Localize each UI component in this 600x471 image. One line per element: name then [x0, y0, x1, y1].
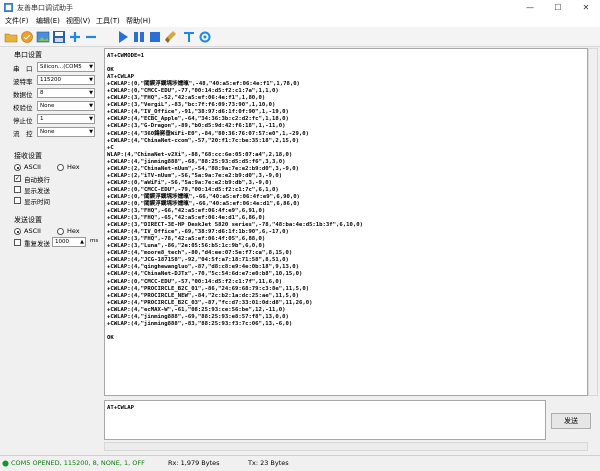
menu-file[interactable]: 文件(F): [5, 16, 29, 26]
show-send-checkbox[interactable]: [14, 186, 21, 193]
stop-icon[interactable]: [148, 30, 162, 44]
play-icon[interactable]: [116, 30, 130, 44]
save-log-icon[interactable]: [52, 30, 66, 44]
chevron-down-icon: ▼: [89, 129, 93, 135]
stopbits-label: 停止位: [13, 117, 33, 125]
serial-settings-title: 串口设置: [14, 51, 42, 59]
receive-settings-title: 接收设置: [14, 152, 42, 160]
app-icon: [4, 3, 13, 12]
app-window: 友善串口调试助手 — ☐ ✕ 文件(F) 编辑(E) 视图(V) 工具(T) 帮…: [0, 0, 600, 471]
send-hex-label: Hex: [67, 227, 80, 235]
receive-text: AT+CWMODE=1 OK AT+CWLAP +CWLAP:(0,"閣鍥浮鐗堣…: [107, 53, 363, 341]
auto-newline-label: 自动换行: [24, 176, 50, 184]
parity-select[interactable]: None ▼: [37, 101, 95, 111]
send-input-text: AT+CWLAP: [107, 405, 134, 411]
chevron-down-icon: ▼: [89, 64, 93, 70]
open-folder-icon[interactable]: [4, 30, 18, 44]
send-button[interactable]: 发送: [551, 413, 591, 429]
baud-label: 波特率: [13, 78, 33, 86]
close-button[interactable]: ✕: [572, 0, 600, 15]
receive-ascii-radio[interactable]: [14, 164, 21, 171]
chevron-down-icon: ▼: [89, 90, 93, 96]
show-time-label: 显示时间: [24, 198, 50, 206]
send-input[interactable]: AT+CWLAP: [104, 400, 546, 440]
chevron-down-icon: ▼: [89, 116, 93, 122]
text-icon[interactable]: [182, 30, 196, 44]
port-status: COM5 OPENED, 115200, 8, NONE, 1, OFF: [11, 459, 145, 467]
menu-tools[interactable]: 工具(T): [96, 16, 120, 26]
databits-label: 数据位: [13, 91, 33, 99]
flow-select[interactable]: None ▼: [37, 127, 95, 137]
send-hex-radio[interactable]: [57, 228, 64, 235]
status-bar: COM5 OPENED, 115200, 8, NONE, 1, OFF Rx:…: [0, 455, 600, 471]
settings-icon[interactable]: [198, 30, 212, 44]
tx-count: Tx: 23 Bytes: [248, 459, 289, 467]
title-bar: 友善串口调试助手 — ☐ ✕: [0, 0, 600, 15]
flow-label: 流 控: [13, 130, 33, 138]
picture-icon[interactable]: [36, 30, 50, 44]
spinner-icon[interactable]: ▲: [80, 238, 84, 246]
horizontal-scrollbar[interactable]: [104, 442, 588, 451]
settings-panel: 串口设置 串 口 Silicon...(COM5 ▼ 波特率 115200 ▼ 数据…: [0, 47, 103, 455]
menu-edit[interactable]: 编辑(E): [36, 16, 60, 26]
repeat-unit-label: ms: [90, 238, 99, 244]
receive-ascii-label: ASCII: [24, 163, 41, 171]
repeat-interval-input[interactable]: 1000 ▲: [52, 237, 86, 247]
show-send-label: 显示发送: [24, 187, 50, 195]
menu-view[interactable]: 视图(V): [66, 16, 90, 26]
rx-count: Rx: 1,979 Bytes: [168, 459, 220, 467]
menu-bar: 文件(F) 编辑(E) 视图(V) 工具(T) 帮助(H): [0, 15, 600, 27]
send-ascii-label: ASCII: [24, 227, 41, 235]
chevron-down-icon: ▼: [89, 103, 93, 109]
connection-status-icon: [2, 460, 9, 467]
parity-label: 校验位: [13, 104, 33, 112]
stopbits-select[interactable]: 1 ▼: [37, 114, 95, 124]
maximize-button[interactable]: ☐: [544, 0, 572, 15]
window-title: 友善串口调试助手: [17, 4, 73, 12]
databits-select[interactable]: 8 ▼: [37, 88, 95, 98]
toolbar: [0, 27, 600, 47]
clear-icon[interactable]: [164, 30, 178, 44]
repeat-send-label: 重复发送: [24, 240, 50, 248]
auto-newline-checkbox[interactable]: ✓: [14, 175, 21, 182]
show-time-checkbox[interactable]: [14, 197, 21, 204]
minimize-button[interactable]: —: [516, 0, 544, 15]
vertical-scrollbar[interactable]: [588, 48, 598, 396]
send-ascii-radio[interactable]: [14, 228, 21, 235]
add-icon[interactable]: [68, 30, 82, 44]
chevron-down-icon: ▼: [89, 77, 93, 83]
save-icon[interactable]: [20, 30, 34, 44]
receive-hex-label: Hex: [67, 163, 80, 171]
receive-hex-radio[interactable]: [57, 164, 64, 171]
remove-icon[interactable]: [84, 30, 98, 44]
port-label: 串 口: [13, 65, 33, 73]
port-select[interactable]: Silicon...(COM5 ▼: [37, 62, 95, 72]
receive-area[interactable]: AT+CWMODE=1 OK AT+CWLAP +CWLAP:(0,"閣鍥浮鐗堣…: [104, 48, 588, 396]
baud-select[interactable]: 115200 ▼: [37, 75, 95, 85]
send-settings-title: 发送设置: [14, 216, 42, 224]
repeat-send-checkbox[interactable]: [14, 239, 21, 246]
pause-icon[interactable]: [132, 30, 146, 44]
menu-help[interactable]: 帮助(H): [126, 16, 151, 26]
